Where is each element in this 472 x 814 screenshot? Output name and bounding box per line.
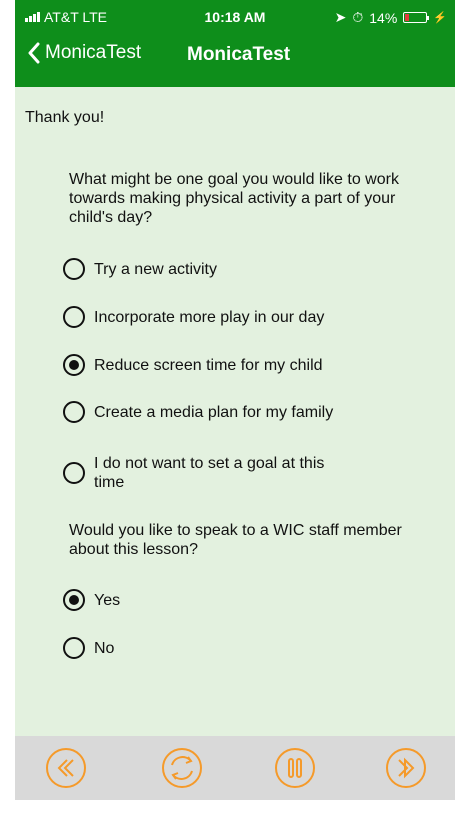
replay-icon[interactable] <box>161 747 203 789</box>
radio-button[interactable] <box>63 306 85 328</box>
battery-percent: 14% <box>369 9 398 26</box>
battery-icon <box>403 12 430 23</box>
radio-button[interactable] <box>63 258 85 280</box>
option-label: I do not want to set a goal at this time <box>94 455 325 491</box>
option-media-plan[interactable]: Create a media plan for my family <box>63 401 374 423</box>
radio-button[interactable] <box>63 462 85 484</box>
radio-button[interactable] <box>63 637 85 659</box>
rewind-icon[interactable] <box>45 747 87 789</box>
charging-icon: ⚡ <box>433 12 447 24</box>
option-label: Incorporate more play in our day <box>94 308 325 326</box>
option-try-new-activity[interactable]: Try a new activity <box>63 258 374 280</box>
option-yes[interactable]: Yes <box>63 589 374 611</box>
pause-icon[interactable] <box>274 747 316 789</box>
alarm-icon: ⏱ <box>352 9 364 25</box>
option-label: Try a new activity <box>94 260 217 278</box>
option-label: Reduce screen time for my child <box>94 356 323 374</box>
back-label: MonicaTest <box>45 42 142 63</box>
option-label: Yes <box>94 591 121 609</box>
thank-you-text: Thank you! <box>25 109 105 126</box>
app-screen: AT&T LTE 10:18 AM ➤ ⏱ 14% ⚡ MonicaTest M… <box>15 0 455 800</box>
forward-icon[interactable] <box>385 747 427 789</box>
option-incorporate-play[interactable]: Incorporate more play in our day <box>63 306 374 328</box>
top-bar: AT&T LTE 10:18 AM ➤ ⏱ 14% ⚡ MonicaTest M… <box>15 0 455 87</box>
option-reduce-screen-time[interactable]: Reduce screen time for my child <box>63 354 374 376</box>
option-no[interactable]: No <box>63 637 374 659</box>
back-button[interactable]: MonicaTest <box>27 42 141 64</box>
status-right: ➤ ⏱ 14% ⚡ <box>335 9 447 26</box>
chevron-left-icon <box>28 42 40 64</box>
option-label: No <box>94 639 115 657</box>
radio-button[interactable] <box>63 401 85 423</box>
question-goal: What might be one goal you would like to… <box>69 171 399 226</box>
radio-button-selected[interactable] <box>63 354 85 376</box>
option-label: Create a media plan for my family <box>94 403 334 421</box>
page-title: MonicaTest <box>187 44 291 65</box>
radio-button-selected[interactable] <box>63 589 85 611</box>
playback-controls <box>15 736 455 800</box>
question-speak-to-staff: Would you like to speak to a WIC staff m… <box>69 522 402 558</box>
location-icon: ➤ <box>334 9 347 25</box>
option-no-goal[interactable]: I do not want to set a goal at this time <box>63 454 344 492</box>
